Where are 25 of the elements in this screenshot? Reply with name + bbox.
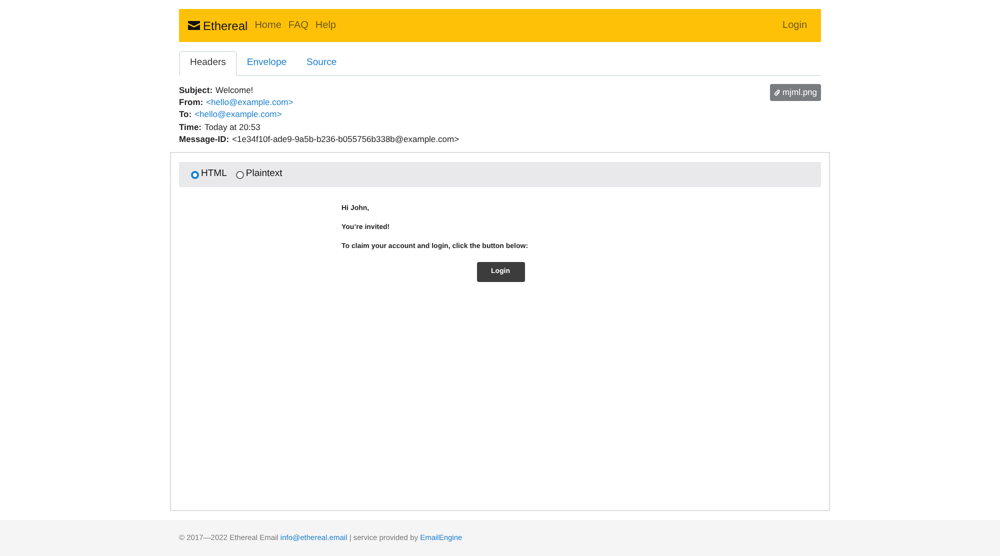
- email-link[interactable]: <hello@example.com>: [194, 108, 282, 121]
- radio-button[interactable]: [191, 170, 199, 179]
- field-label: To:: [179, 108, 192, 121]
- tab[interactable]: Envelope: [236, 51, 297, 75]
- tab[interactable]: Headers: [179, 51, 237, 76]
- field-value: Welcome!: [216, 84, 254, 96]
- field-label: Time:: [179, 120, 202, 133]
- nav-link[interactable]: Home: [254, 18, 282, 33]
- nav-link[interactable]: Help: [315, 18, 336, 33]
- field-label: From:: [179, 96, 204, 108]
- radio-label: HTML: [201, 167, 227, 182]
- radio-label: Plaintext: [246, 167, 282, 182]
- envelope-icon: [188, 21, 200, 30]
- field-label: Subject:: [179, 84, 213, 96]
- field-value: Today at 20:53: [204, 120, 260, 133]
- nav-link[interactable]: FAQ: [288, 18, 308, 33]
- field-value: <1e34f10f-ade9-9a5b-b236-b055756b338b@example.com>: [232, 132, 460, 146]
- email-link[interactable]: <hello@example.com>: [206, 96, 294, 108]
- brand-name[interactable]: Ethereal: [203, 16, 248, 34]
- radio-button[interactable]: [236, 170, 244, 179]
- field-label: Message-ID:: [179, 132, 230, 146]
- tab[interactable]: Source: [296, 51, 347, 75]
- paperclip-icon: [774, 88, 781, 96]
- nav-link[interactable]: Login: [782, 18, 807, 33]
- attachment-button[interactable]: mjml.png: [770, 84, 821, 101]
